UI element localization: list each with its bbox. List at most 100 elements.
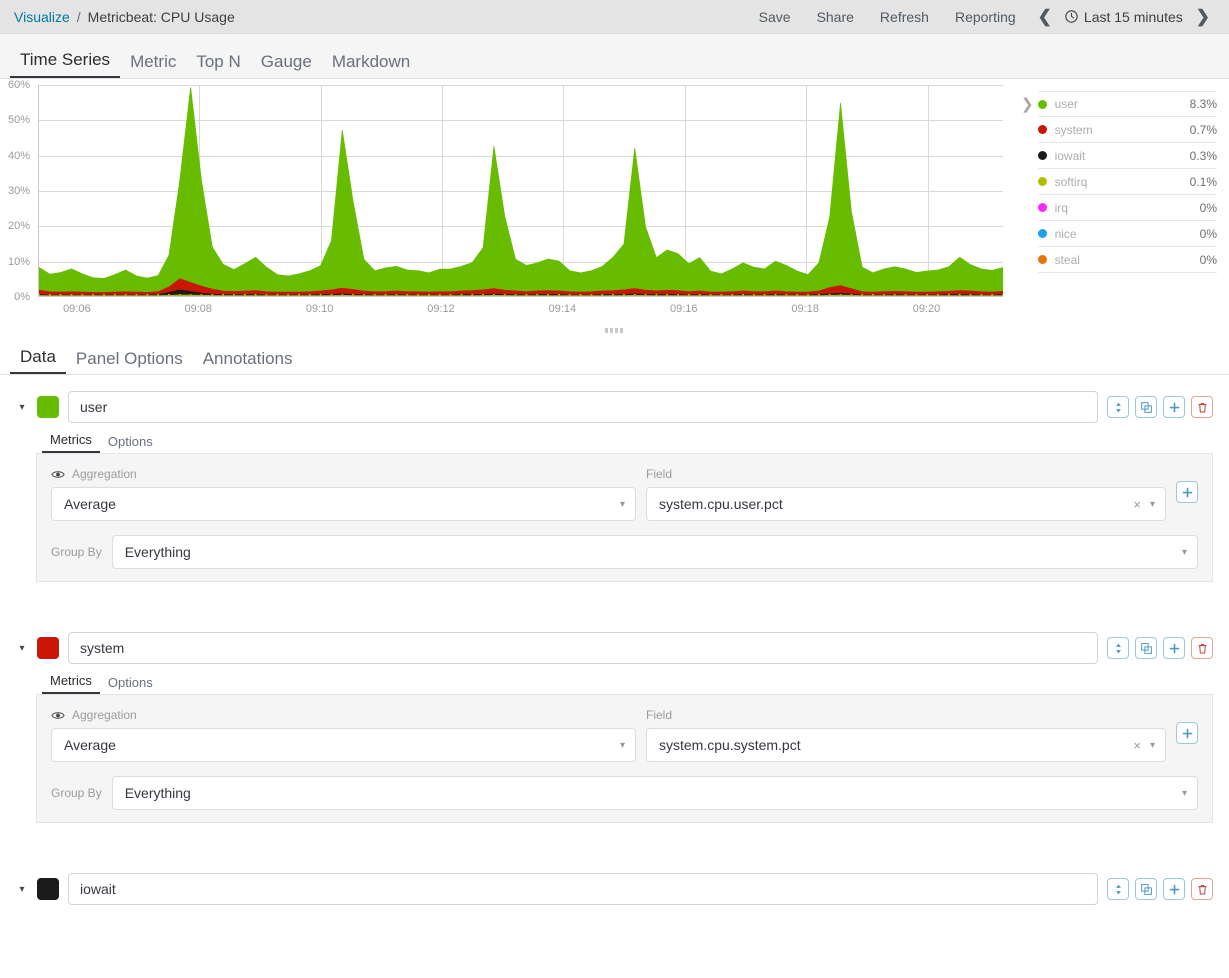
series-label-input[interactable]: system [68, 632, 1098, 664]
legend-row[interactable]: system0.7% [1038, 117, 1217, 143]
legend-row[interactable]: softirq0.1% [1038, 169, 1217, 195]
series-collapse-caret-icon[interactable]: ▾ [16, 884, 28, 895]
chevron-down-icon[interactable]: ▾ [1182, 788, 1187, 799]
panel-resize-row [0, 325, 1229, 339]
field-combobox[interactable]: system.cpu.user.pct× ▾ [646, 487, 1166, 521]
series-subtab-metrics[interactable]: Metrics [42, 674, 100, 694]
tab-time-series[interactable]: Time Series [10, 51, 120, 78]
series-delete-button[interactable] [1191, 396, 1213, 418]
tab-gauge[interactable]: Gauge [251, 53, 322, 78]
zero-series-marker [244, 294, 246, 296]
chevron-down-icon[interactable]: ▾ [1150, 740, 1155, 751]
series-color-swatch[interactable] [37, 637, 59, 659]
clock-icon [1065, 10, 1078, 23]
zero-series-marker [1002, 294, 1003, 296]
series-move-button[interactable] [1107, 637, 1129, 659]
zero-series-marker [980, 294, 982, 296]
series-delete-button[interactable] [1191, 878, 1213, 900]
panel-resize-handle[interactable] [605, 328, 625, 333]
reporting-button[interactable]: Reporting [942, 0, 1029, 34]
x-axis-tick-label: 09:08 [184, 303, 212, 315]
add-metric-button[interactable] [1176, 481, 1198, 503]
zero-series-marker [558, 294, 560, 296]
series-delete-button[interactable] [1191, 637, 1213, 659]
zero-series-marker [114, 294, 116, 296]
time-next-arrow-icon[interactable]: ❯ [1187, 0, 1219, 34]
clear-field-icon[interactable]: × [1133, 738, 1141, 753]
stacked-area-plot[interactable] [38, 85, 1003, 297]
series-subtab-metrics[interactable]: Metrics [42, 433, 100, 453]
series-color-swatch[interactable] [37, 396, 59, 418]
chevron-down-icon[interactable]: ▾ [1150, 499, 1155, 510]
legend-row[interactable]: nice0% [1038, 221, 1217, 247]
y-axis-tick-label: 40% [8, 150, 30, 162]
tab-top-n[interactable]: Top N [186, 53, 250, 78]
tab-markdown[interactable]: Markdown [322, 53, 420, 78]
series-label-input[interactable]: iowait [68, 873, 1098, 905]
time-range-picker[interactable]: Last 15 minutes [1061, 9, 1187, 25]
eye-icon[interactable] [51, 710, 65, 721]
time-prev-arrow-icon[interactable]: ❮ [1029, 0, 1061, 34]
series-clone-button[interactable] [1135, 396, 1157, 418]
series-clone-button[interactable] [1135, 878, 1157, 900]
add-metric-button[interactable] [1176, 722, 1198, 744]
zero-series-marker [81, 294, 83, 296]
group-by-row: Group ByEverything▾ [51, 535, 1198, 569]
series-add-button[interactable] [1163, 637, 1185, 659]
series-subtab-options[interactable]: Options [100, 676, 161, 694]
tab-data[interactable]: Data [10, 348, 66, 374]
zero-series-marker [125, 294, 127, 296]
aggregation-select[interactable]: Average▾ [51, 728, 636, 762]
tab-metric[interactable]: Metric [120, 53, 186, 78]
breadcrumb-visualize-link[interactable]: Visualize [14, 9, 70, 25]
series-subtab-options[interactable]: Options [100, 435, 161, 453]
tab-panel-options[interactable]: Panel Options [66, 350, 193, 374]
x-axis-tick-label: 09:06 [63, 303, 91, 315]
aggregation-select[interactable]: Average▾ [51, 487, 636, 521]
group-by-select[interactable]: Everything▾ [112, 535, 1198, 569]
chevron-down-icon[interactable]: ▾ [1182, 547, 1187, 558]
zero-series-marker [309, 294, 311, 296]
aggregation-field-group: AggregationAverage▾ [51, 466, 636, 521]
save-button[interactable]: Save [746, 0, 804, 34]
share-button[interactable]: Share [804, 0, 867, 34]
series-label-input[interactable]: user [68, 391, 1098, 423]
x-axis-tick-label: 09:10 [306, 303, 334, 315]
legend-row[interactable]: user8.3% [1038, 91, 1217, 117]
zero-series-marker [276, 294, 278, 296]
group-by-select[interactable]: Everything▾ [112, 776, 1198, 810]
legend-row[interactable]: steal0% [1038, 247, 1217, 273]
zero-series-marker [352, 294, 354, 296]
breadcrumb: Visualize / Metricbeat: CPU Usage [14, 9, 235, 25]
series-collapse-caret-icon[interactable]: ▾ [16, 402, 28, 413]
legend-row[interactable]: iowait0.3% [1038, 143, 1217, 169]
series-move-button[interactable] [1107, 396, 1129, 418]
tab-annotations[interactable]: Annotations [193, 350, 303, 374]
series-add-button[interactable] [1163, 878, 1185, 900]
clear-field-icon[interactable]: × [1133, 497, 1141, 512]
zero-series-marker [450, 294, 452, 296]
zero-series-marker [439, 294, 441, 296]
series-clone-button[interactable] [1135, 637, 1157, 659]
legend-label: nice [1055, 227, 1200, 241]
zero-series-marker [818, 294, 820, 296]
zero-series-marker [796, 294, 798, 296]
x-axis-tick-label: 09:14 [549, 303, 577, 315]
series-add-button[interactable] [1163, 396, 1185, 418]
zero-series-marker [168, 294, 170, 296]
series-collapse-caret-icon[interactable]: ▾ [16, 643, 28, 654]
field-value: system.cpu.system.pct [659, 737, 1133, 753]
chevron-right-icon[interactable]: ❯ [1019, 91, 1038, 112]
series-move-button[interactable] [1107, 878, 1129, 900]
zero-series-marker [861, 294, 863, 296]
zero-series-marker [764, 294, 766, 296]
series-color-swatch[interactable] [37, 878, 59, 900]
field-combobox[interactable]: system.cpu.system.pct× ▾ [646, 728, 1166, 762]
chevron-down-icon[interactable]: ▾ [620, 740, 625, 751]
refresh-button[interactable]: Refresh [867, 0, 942, 34]
eye-icon[interactable] [51, 469, 65, 480]
field-value: system.cpu.user.pct [659, 496, 1133, 512]
zero-series-marker [146, 294, 148, 296]
chevron-down-icon[interactable]: ▾ [620, 499, 625, 510]
legend-row[interactable]: irq0% [1038, 195, 1217, 221]
